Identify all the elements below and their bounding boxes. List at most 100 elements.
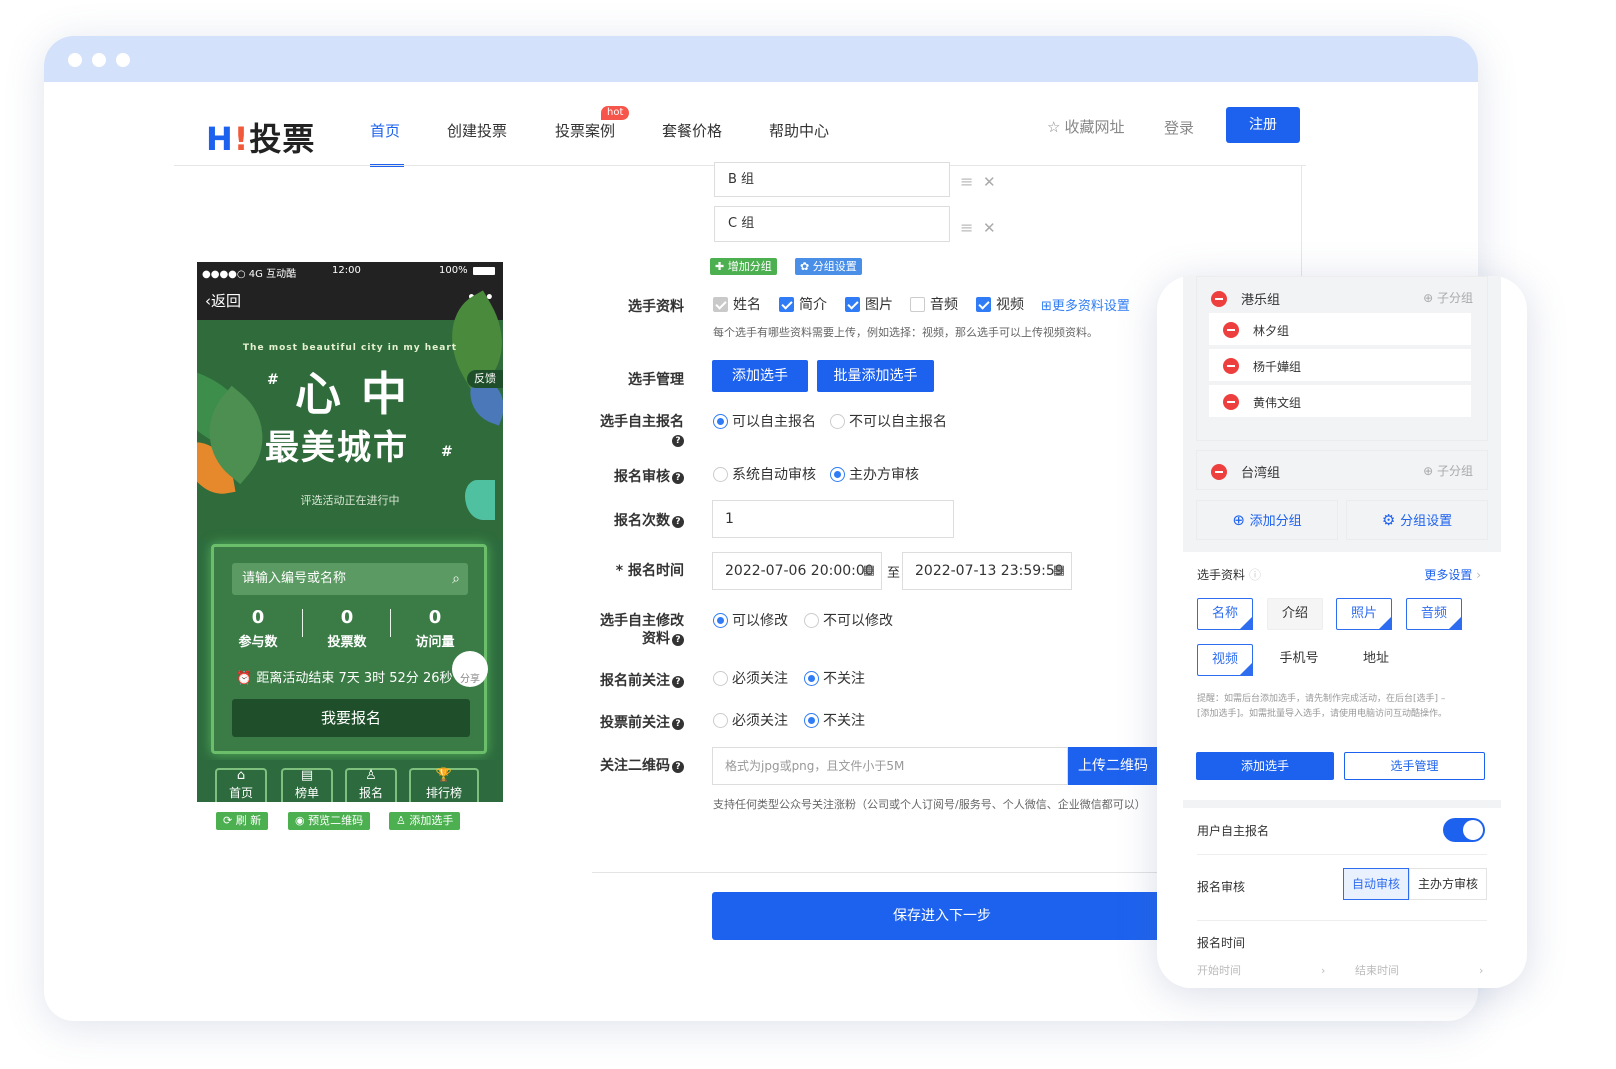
radio-review-host[interactable]: 主办方审核 bbox=[830, 464, 919, 484]
info-title-row: 选手资料 ⓘ bbox=[1197, 566, 1261, 583]
help-icon[interactable]: ? bbox=[672, 472, 684, 484]
checkbox-audio[interactable]: 音频 bbox=[910, 294, 958, 314]
drag-handle-icon[interactable]: ≡ bbox=[960, 172, 973, 191]
feedback-tab[interactable]: 反馈 bbox=[467, 370, 503, 388]
nav-home[interactable]: 首页 bbox=[370, 120, 400, 141]
nav-pricing[interactable]: 套餐价格 bbox=[662, 120, 722, 141]
help-icon[interactable]: ? bbox=[672, 634, 684, 646]
hero-subtitle: 评选活动正在进行中 bbox=[300, 494, 400, 507]
group-settings-button[interactable]: ✿ 分组设置 bbox=[795, 258, 862, 275]
back-button[interactable]: ‹返回 bbox=[205, 290, 241, 311]
radio-self-signup-no[interactable]: 不可以自主报名 bbox=[830, 411, 947, 431]
radio-follow-vote-required[interactable]: 必须关注 bbox=[713, 710, 788, 730]
star-icon: ☆ bbox=[1047, 118, 1061, 136]
tag-photo[interactable]: 照片 bbox=[1336, 598, 1392, 630]
radio-review-auto[interactable]: 系统自动审核 bbox=[713, 464, 816, 484]
add-subgroup-link[interactable]: ⊕ 子分组 bbox=[1423, 462, 1473, 479]
phone-add-player-button[interactable]: ♙ 添加选手 bbox=[389, 812, 461, 830]
review-auto-option[interactable]: 自动审核 bbox=[1343, 868, 1409, 900]
register-button[interactable]: 注册 bbox=[1226, 107, 1300, 143]
tag-address[interactable]: 地址 bbox=[1345, 644, 1407, 676]
group-input-b[interactable]: B 组 bbox=[714, 162, 950, 197]
drag-handle-icon[interactable]: ≡ bbox=[960, 218, 973, 237]
group-input-c[interactable]: C 组 bbox=[714, 206, 950, 242]
site-logo[interactable]: H!投票 bbox=[206, 114, 315, 160]
batch-add-player-button[interactable]: 批量添加选手 bbox=[817, 360, 934, 392]
tag-intro[interactable]: 介绍 bbox=[1267, 598, 1323, 630]
radio-follow-signup-none[interactable]: 不关注 bbox=[804, 668, 865, 688]
radio-follow-signup-required[interactable]: 必须关注 bbox=[713, 668, 788, 688]
hot-badge: hot bbox=[601, 106, 630, 120]
remove-circle-icon[interactable] bbox=[1223, 358, 1239, 374]
help-icon[interactable]: ? bbox=[672, 516, 684, 528]
mobile-manage-player-button[interactable]: 选手管理 bbox=[1344, 752, 1485, 780]
window-dot-maximize[interactable] bbox=[116, 53, 130, 67]
nav-help[interactable]: 帮助中心 bbox=[769, 120, 829, 141]
add-group-button[interactable]: ✚ 增加分组 bbox=[710, 258, 777, 275]
share-button[interactable]: 分享 bbox=[452, 651, 488, 687]
tab-ranking[interactable]: 🏆 排行榜 bbox=[409, 768, 479, 802]
refresh-button[interactable]: ⟳ 刷 新 bbox=[216, 812, 269, 830]
radio-modify-no[interactable]: 不可以修改 bbox=[804, 610, 893, 630]
status-time: 12:00 bbox=[332, 265, 361, 276]
signup-button[interactable]: 我要报名 bbox=[232, 699, 470, 737]
end-time-input[interactable]: 2022-07-13 23:59:59 ▦ bbox=[902, 552, 1072, 590]
tag-audio[interactable]: 音频 bbox=[1406, 598, 1462, 630]
more-info-settings-link[interactable]: ⊞更多资料设置 bbox=[1041, 295, 1130, 314]
signup-times-input[interactable]: 1 bbox=[712, 500, 954, 538]
checkbox-image[interactable]: 图片 bbox=[845, 294, 893, 314]
checkbox-video[interactable]: 视频 bbox=[976, 294, 1024, 314]
window-dot-close[interactable] bbox=[68, 53, 82, 67]
self-signup-toggle[interactable] bbox=[1443, 818, 1485, 842]
remove-circle-icon[interactable] bbox=[1211, 291, 1227, 307]
tab-signup[interactable]: ♙ 报名 bbox=[345, 768, 397, 802]
nav-vote-cases[interactable]: 投票案例 bbox=[555, 120, 615, 141]
login-link[interactable]: 登录 bbox=[1164, 117, 1194, 138]
tag-video[interactable]: 视频 bbox=[1197, 644, 1253, 676]
review-host-option[interactable]: 主办方审核 bbox=[1409, 868, 1487, 900]
remove-circle-icon[interactable] bbox=[1223, 394, 1239, 410]
tab-list[interactable]: ▤ 榜单 bbox=[281, 768, 333, 802]
radio-follow-vote-none[interactable]: 不关注 bbox=[804, 710, 865, 730]
start-time-field[interactable]: 开始时间 › bbox=[1197, 962, 1325, 978]
start-time-input[interactable]: 2022-07-06 20:00:00 ▦ bbox=[712, 552, 882, 590]
save-next-button[interactable]: 保存进入下一步 bbox=[712, 892, 1172, 940]
checkbox-intro[interactable]: 简介 bbox=[779, 294, 827, 314]
radio-label: 不可以自主报名 bbox=[849, 414, 947, 430]
end-time-field[interactable]: 结束时间 › bbox=[1355, 962, 1483, 978]
help-icon[interactable]: ? bbox=[672, 718, 684, 730]
player-manage-label: 选手管理 bbox=[628, 372, 684, 388]
review-label-text: 报名审核 bbox=[614, 469, 670, 485]
mobile-group-settings-button[interactable]: ⚙ 分组设置 bbox=[1346, 500, 1488, 540]
help-icon[interactable]: ? bbox=[672, 435, 684, 447]
window-dot-minimize[interactable] bbox=[92, 53, 106, 67]
tag-name[interactable]: 名称 bbox=[1197, 598, 1253, 630]
help-icon[interactable]: ? bbox=[672, 761, 684, 773]
close-icon[interactable]: ✕ bbox=[983, 173, 996, 191]
user-icon: ♙ bbox=[365, 768, 377, 783]
mobile-add-group-button[interactable]: ⊕ 添加分组 bbox=[1196, 500, 1338, 540]
radio-modify-yes[interactable]: 可以修改 bbox=[713, 610, 788, 630]
help-icon[interactable]: ? bbox=[672, 676, 684, 688]
more-settings-link[interactable]: 更多设置 › bbox=[1424, 566, 1481, 583]
add-subgroup-link[interactable]: ⊕ 子分组 bbox=[1423, 289, 1473, 306]
remove-circle-icon[interactable] bbox=[1223, 322, 1239, 338]
hero-english-title: The most beautiful city in my heart bbox=[242, 343, 458, 353]
add-player-button[interactable]: 添加选手 bbox=[712, 360, 808, 392]
checkbox-name[interactable]: 姓名 bbox=[713, 294, 761, 314]
remove-circle-icon[interactable] bbox=[1211, 464, 1227, 480]
tab-home[interactable]: ⌂ 首页 bbox=[215, 768, 267, 802]
mobile-add-player-button[interactable]: 添加选手 bbox=[1196, 752, 1334, 780]
radio-self-signup-yes[interactable]: 可以自主报名 bbox=[713, 411, 816, 431]
close-icon[interactable]: ✕ bbox=[983, 219, 996, 237]
plus-icon: ✚ bbox=[715, 260, 728, 273]
search-icon[interactable]: ⌕ bbox=[452, 563, 460, 595]
tag-phone[interactable]: 手机号 bbox=[1267, 644, 1331, 676]
nav-create-vote[interactable]: 创建投票 bbox=[447, 120, 507, 141]
qr-upload-input[interactable]: 格式为jpg或png，且文件小于5M bbox=[712, 747, 1068, 785]
upload-qr-button[interactable]: 上传二维码 bbox=[1068, 747, 1158, 785]
phone-search-input[interactable]: 请输入编号或名称 ⌕ bbox=[232, 563, 468, 595]
preview-qr-button[interactable]: ◉ 预览二维码 bbox=[288, 812, 371, 830]
favorite-link[interactable]: ☆ 收藏网址 bbox=[1047, 116, 1124, 137]
modify-label-line1: 选手自主修改 bbox=[600, 613, 684, 629]
